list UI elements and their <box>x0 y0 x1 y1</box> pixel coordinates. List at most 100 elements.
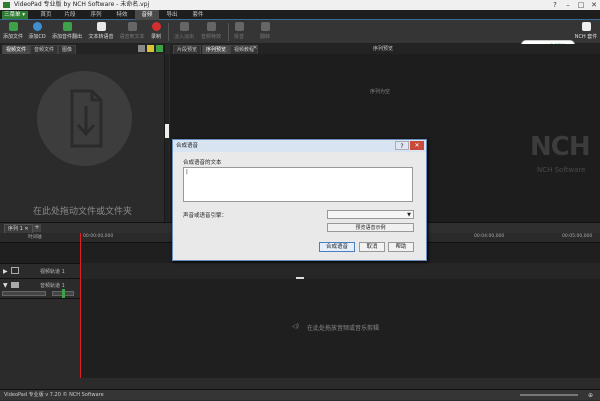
main-menu-button[interactable]: 三菜单 ▾ <box>2 11 28 19</box>
tab-clip-preview[interactable]: 片段预览 <box>173 45 202 54</box>
media-bin-panel: 视频文件 音频文件 图像 在此处拖动文件或文件夹 <box>0 44 165 222</box>
tick-label: 00:05:00,000 <box>562 234 593 239</box>
preview-empty-text: 序列为空 <box>370 89 391 95</box>
video-track-label: 视频轨道 1 <box>40 269 65 275</box>
media-bin-scrollbar[interactable] <box>165 54 169 222</box>
preview-tabs: 片段预览 序列预览 视频教程 ✕ 序列预览 <box>170 44 600 54</box>
track-divider-handle[interactable] <box>296 277 304 279</box>
add-bin-icon[interactable] <box>156 45 163 52</box>
audio-effects-button[interactable]: 音频特效 <box>198 22 224 42</box>
help-icon[interactable]: ? <box>549 0 561 10</box>
close-sequence-icon[interactable]: ✕ <box>24 226 28 232</box>
tab-audio-files[interactable]: 音频文件 <box>30 45 59 54</box>
minimize-button[interactable]: – <box>562 0 574 10</box>
tab-suite[interactable]: 套件 <box>186 10 210 20</box>
cd-icon <box>32 22 42 31</box>
synthesize-speech-dialog: 合成语音 ? ✕ 合成语音的文本 | 声音或语音引擎： ▼ 预览语音示例 合成语… <box>172 139 427 261</box>
nch-suite-button[interactable]: NCH 套件 <box>574 22 598 42</box>
tab-audio[interactable]: 音频 <box>135 10 159 20</box>
tick-label: 00:00:00,000 <box>83 234 114 239</box>
speech-to-text-icon <box>127 22 137 31</box>
audio-track-header: ▼ 音频轨道 1 <box>0 279 80 299</box>
playhead[interactable] <box>80 233 81 378</box>
media-bin-tabs: 视频文件 音频文件 图像 <box>0 44 164 54</box>
tab-clips[interactable]: 片段 <box>58 10 82 20</box>
speech-text-input[interactable]: | <box>183 167 413 202</box>
flip-icon <box>260 22 270 31</box>
video-track-icon <box>11 267 19 274</box>
add-sequence-button[interactable]: + <box>33 224 41 232</box>
title-bar: VideoPad 专业版 by NCH Software - 未命名.vpj ?… <box>0 0 600 10</box>
voice-engine-dropdown[interactable]: ▼ <box>327 210 414 219</box>
video-track-header: ▶ 视频轨道 1 <box>0 263 80 279</box>
sequence-preview-label: 序列预览 <box>373 46 394 52</box>
tab-export[interactable]: 导出 <box>160 10 184 20</box>
audio-track-label: 音频轨道 1 <box>40 283 65 289</box>
tab-sequence-preview[interactable]: 序列预览 <box>202 45 231 54</box>
ribbon-tabs: 三菜单 ▾ 首页 片段 序列 特效 音频 导出 套件 <box>0 10 600 20</box>
dialog-title: 合成语音 <box>176 143 199 149</box>
expand-video-track-icon[interactable]: ▶ <box>3 268 8 275</box>
synthesize-button[interactable]: 合成语音 <box>319 242 355 252</box>
video-track-lane[interactable] <box>80 263 600 279</box>
window-title: VideoPad 专业版 by NCH Software - 未命名.vpj <box>14 1 150 8</box>
app-icon <box>3 2 10 8</box>
audio-drop-hint: 在此处拖放音频或音乐剪辑 <box>307 325 380 332</box>
drop-files-placeholder-icon <box>37 71 132 166</box>
tab-video-files[interactable]: 视频文件 <box>2 45 31 54</box>
close-tab-icon[interactable]: ✕ <box>253 45 257 51</box>
nch-logo: NCH <box>530 132 591 162</box>
list-view-icon[interactable] <box>138 45 145 52</box>
zoom-in-icon[interactable]: ⊕ <box>588 390 593 401</box>
audio-effects-icon <box>206 22 216 31</box>
scroll-thumb[interactable] <box>165 124 169 138</box>
status-bar: VideoPad 专业版 v 7.20 © NCH Software ⊕ <box>0 389 600 400</box>
track-header-empty <box>0 299 80 378</box>
tab-effects[interactable]: 特效 <box>110 10 134 20</box>
add-file-button[interactable]: 添加文件 <box>2 22 24 42</box>
chevron-down-icon: ▼ <box>407 212 411 218</box>
tab-home[interactable]: 首页 <box>34 10 58 20</box>
status-text: VideoPad 专业版 v 7.20 © NCH Software <box>4 392 104 398</box>
text-to-speech-icon <box>96 22 106 31</box>
engine-label: 声音或语音引擎： <box>183 213 228 219</box>
text-label: 合成语音的文本 <box>183 160 222 166</box>
preview-voice-button[interactable]: 预览语音示例 <box>327 223 414 232</box>
toolbar-separator <box>228 23 229 41</box>
toolbar-separator <box>168 23 169 41</box>
fade-button[interactable]: 淡入淡出 <box>172 22 196 42</box>
timeline-tracks: ▶ 视频轨道 1 ▼ 音频轨道 1 ◁) 在此处拖放音频或音乐剪辑 <box>0 243 600 378</box>
ruler-label: 时间轴 <box>28 235 42 240</box>
text-to-speech-button[interactable]: 文本转语音 <box>86 22 116 42</box>
add-audio-button[interactable]: 添加音件翻出 <box>50 22 84 42</box>
tab-sequence[interactable]: 序列 <box>84 10 108 20</box>
record-button[interactable]: 录制 <box>148 22 164 42</box>
toolbar: 添加文件 添加CD 添加音件翻出 文本转语音 语音到文本 录制 淡入淡出 音频特… <box>0 20 600 44</box>
maximize-button[interactable]: □ <box>575 0 587 10</box>
split-audio-button[interactable]: 拆音 <box>232 22 246 42</box>
help-button[interactable]: 帮助 <box>388 242 414 252</box>
zoom-slider[interactable] <box>520 394 578 396</box>
flip-button[interactable]: 翻转 <box>258 22 272 42</box>
audio-volume-slider[interactable] <box>2 291 46 296</box>
nch-software-text: NCH Software <box>537 166 586 174</box>
drop-files-hint: 在此处拖动文件或文件夹 <box>32 207 132 217</box>
add-audio-icon <box>62 22 72 31</box>
expand-audio-track-icon[interactable]: ▼ <box>3 282 8 289</box>
cancel-button[interactable]: 取消 <box>359 242 385 252</box>
speaker-icon <box>11 282 19 288</box>
fade-icon <box>179 22 189 31</box>
audio-drop-icon: ◁) <box>292 323 299 330</box>
nch-suite-icon <box>581 22 591 31</box>
speech-to-text-button[interactable]: 语音到文本 <box>118 22 146 42</box>
add-file-icon <box>8 22 18 31</box>
add-cd-button[interactable]: 添加CD <box>26 22 48 42</box>
close-window-button[interactable]: ✕ <box>588 0 600 10</box>
level-meter <box>62 289 65 298</box>
tab-images[interactable]: 图像 <box>58 45 77 54</box>
dialog-close-button[interactable]: ✕ <box>410 141 424 150</box>
split-audio-icon <box>234 22 244 31</box>
folder-icon[interactable] <box>147 45 154 52</box>
dialog-help-icon[interactable]: ? <box>395 141 409 150</box>
tick-label: 00:04:00,000 <box>474 234 505 239</box>
